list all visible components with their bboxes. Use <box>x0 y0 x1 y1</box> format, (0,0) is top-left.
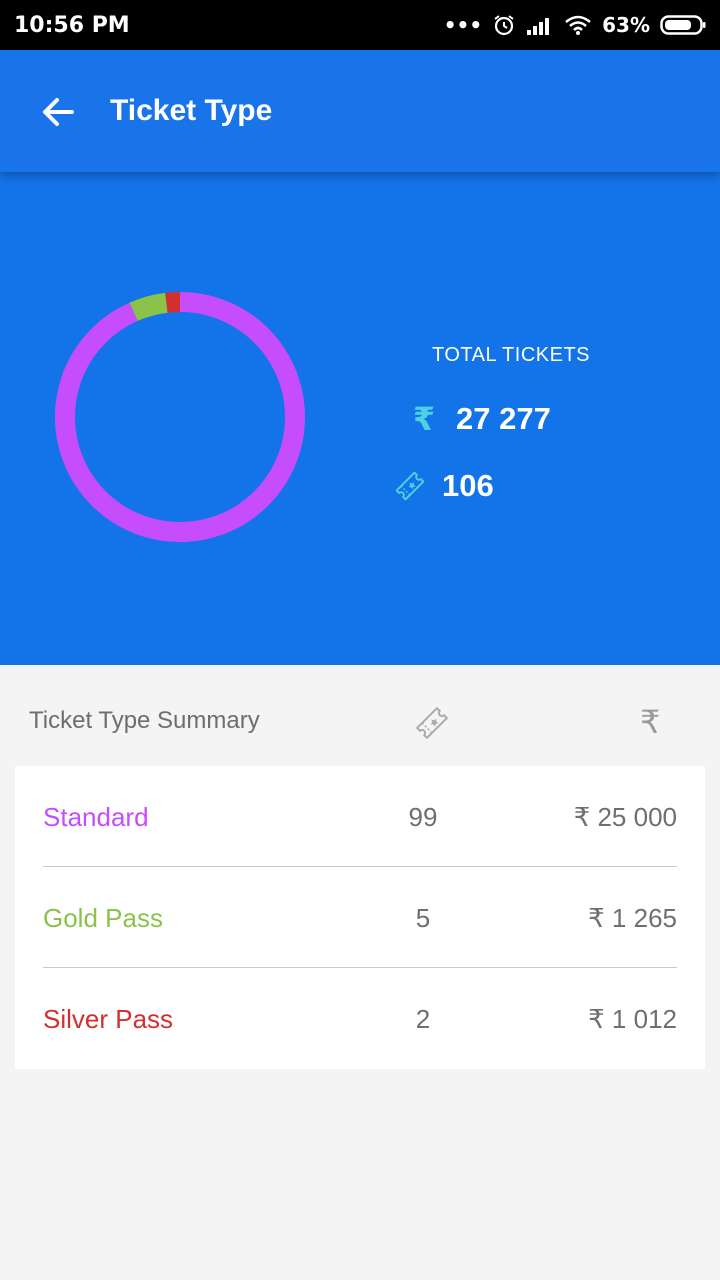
alarm-icon <box>494 15 514 36</box>
ticket-amount: ₹ 1 012 <box>588 1004 677 1035</box>
ticket-type-name: Gold Pass <box>43 903 163 933</box>
ticket-amount: ₹ 1 265 <box>588 903 677 934</box>
ticket-type-name: Silver Pass <box>43 1004 174 1034</box>
ticket-type-list: Standard 99 ₹ 25 000 Gold Pass 5 ₹ 1 265… <box>15 766 705 1069</box>
ticket-icon <box>416 707 448 739</box>
donut-slice-standard <box>55 292 305 542</box>
battery-percent: 63% <box>602 13 650 37</box>
amount-value: 1 012 <box>611 1004 677 1034</box>
more-icon: ••• <box>443 13 483 37</box>
list-item[interactable]: Standard 99 ₹ 25 000 <box>43 766 677 867</box>
total-tickets-label: TOTAL TICKETS <box>432 344 591 366</box>
signal-icon <box>527 18 550 35</box>
rupee-icon: ₹ <box>412 400 436 438</box>
ticket-count: 5 <box>415 903 431 933</box>
ticket-donut-chart <box>55 292 305 542</box>
summary-hero: TOTAL TICKETS ₹ 27 277 106 <box>0 172 720 665</box>
rupee-icon: ₹ <box>640 703 661 741</box>
ticket-icon <box>392 466 428 506</box>
rupee-icon: ₹ <box>588 904 605 934</box>
wifi-icon <box>565 15 591 35</box>
list-item[interactable]: Silver Pass 2 ₹ 1 012 <box>43 968 677 1069</box>
total-amount-value: 27 277 <box>456 401 551 436</box>
ticket-count: 2 <box>415 1004 431 1034</box>
arrow-back-icon <box>43 98 74 126</box>
back-button[interactable] <box>36 90 80 134</box>
donut-slice-silver-pass <box>165 292 181 313</box>
total-count-value: 106 <box>442 468 494 503</box>
list-item[interactable]: Gold Pass 5 ₹ 1 265 <box>43 867 677 968</box>
summary-title: Ticket Type Summary <box>29 707 260 734</box>
status-time: 10:56 PM <box>14 12 130 38</box>
battery-icon <box>660 15 706 35</box>
amount-value: 1 265 <box>611 903 677 933</box>
rupee-icon: ₹ <box>588 1005 605 1035</box>
app-bar: Ticket Type <box>0 50 720 172</box>
ticket-count: 99 <box>408 802 438 832</box>
status-icons: ••• 63% <box>444 13 706 37</box>
total-count: 106 <box>392 466 494 506</box>
donut-slice-gold-pass <box>129 292 168 322</box>
summary-header: Ticket Type Summary ₹ <box>0 665 720 765</box>
ticket-amount: ₹ 25 000 <box>574 802 677 833</box>
rupee-icon: ₹ <box>573 803 591 833</box>
total-amount: ₹ 27 277 <box>406 400 551 438</box>
ticket-type-name: Standard <box>43 802 149 832</box>
page-title: Ticket Type <box>110 94 273 127</box>
status-bar: 10:56 PM ••• 63% <box>0 0 720 50</box>
amount-value: 25 000 <box>597 802 677 832</box>
